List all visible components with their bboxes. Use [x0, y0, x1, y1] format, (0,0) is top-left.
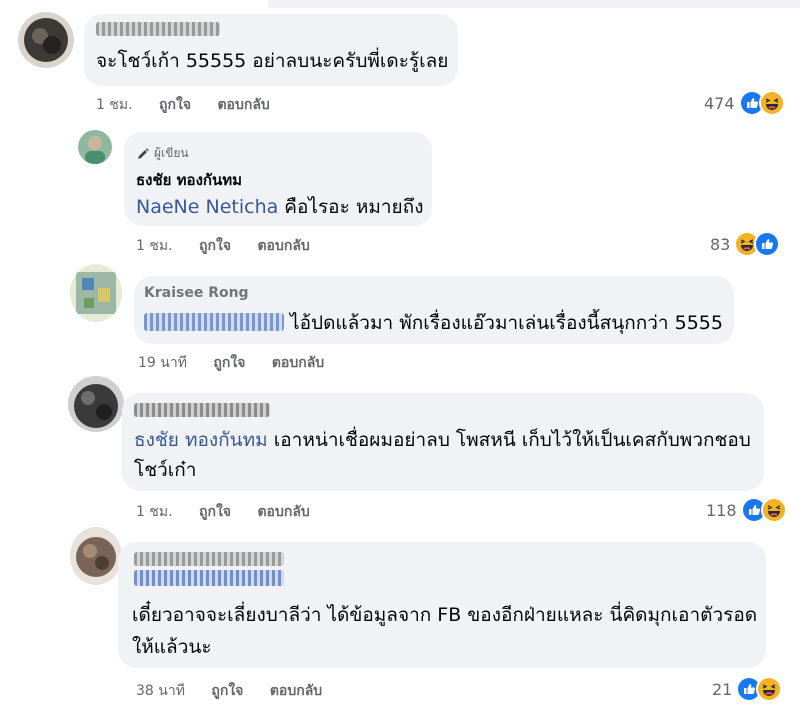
like-button[interactable]: ถูกใจ [159, 97, 191, 113]
comment-time[interactable]: 1 ชม. [136, 504, 173, 520]
blurred-author-name [96, 22, 220, 36]
like-button[interactable]: ถูกใจ [199, 238, 231, 254]
comment-time[interactable]: 38 นาที [136, 683, 185, 699]
blurred-mention [134, 570, 284, 586]
comment-text: NaeNe Neticha คือไรอะ หมายถึง [136, 192, 423, 222]
comment-text: เดี๋ยวอาจจะเลี่ยงบาลีว่า ได้ข้อมูลจาก FB… [132, 604, 758, 626]
avatar[interactable] [78, 130, 112, 164]
comment-time[interactable]: 1 ชม. [136, 238, 173, 254]
comment-text-body: เอาหน่าเชื่อผมอย่าลบ โพสหนี เก็บไว้ให้เป… [273, 429, 751, 451]
comment-meta: 1 ชม. ถูกใจ ตอบกลับ [136, 501, 310, 523]
comment-meta: 19 นาที ถูกใจ ตอบกลับ [138, 352, 324, 374]
like-button[interactable]: ถูกใจ [211, 683, 243, 699]
reaction-summary[interactable]: 21 [712, 676, 783, 702]
reply-button[interactable]: ตอบกลับ [272, 355, 324, 371]
comment-text: ธงชัย ทองกันทม เอาหน่าเชื่อผมอย่าลบ โพสห… [134, 425, 751, 455]
comment-bubble: เดี๋ยวอาจจะเลี่ยงบาลีว่า ได้ข้อมูลจาก FB… [118, 542, 766, 668]
comment-text-body: ไอ้ปดแล้วมา พักเรื่องแอ๊วมาเล่นเรื่องนี้… [290, 312, 723, 334]
blurred-author-name [134, 403, 270, 417]
comment-text: จะโชว์เก้า 55555 อย่าลบนะครับพี่เดะรู้เล… [96, 50, 449, 72]
reaction-count: 83 [710, 234, 731, 254]
like-button[interactable]: ถูกใจ [213, 355, 245, 371]
top-divider [268, 0, 800, 8]
reaction-summary[interactable]: 474 [704, 90, 785, 116]
author-name[interactable]: ธงชัย ทองกันทม [136, 168, 242, 192]
like-button[interactable]: ถูกใจ [199, 504, 231, 520]
avatar[interactable] [70, 264, 122, 322]
reply-button[interactable]: ตอบกลับ [270, 683, 322, 699]
avatar[interactable] [70, 527, 122, 585]
author-badge-label: ผู้เขียน [154, 146, 189, 160]
comment-text-continued: โชว์เก๋า [134, 459, 197, 481]
reaction-summary[interactable]: 118 [706, 497, 787, 523]
comment-bubble: ผู้เขียน ธงชัย ทองกันทม NaeNe Neticha คื… [124, 132, 432, 226]
reply-button[interactable]: ตอบกลับ [257, 504, 309, 520]
author-name[interactable]: Kraisee Rong [144, 285, 249, 301]
reaction-count: 474 [704, 93, 735, 113]
reply-button[interactable]: ตอบกลับ [217, 97, 269, 113]
reaction-count: 21 [712, 679, 733, 699]
comment-bubble: Kraisee Rong ไอ้ปดแล้วมา พักเรื่องแอ๊วมา… [134, 276, 734, 344]
haha-reaction-icon [758, 90, 785, 116]
comment-time[interactable]: 1 ชม. [96, 97, 133, 113]
blurred-mention [144, 313, 284, 331]
comment-text-continued: ให้แล้วนะ [132, 636, 212, 658]
comment-time[interactable]: 19 นาที [138, 355, 187, 371]
haha-reaction-icon [760, 497, 787, 523]
mention-link[interactable]: ธงชัย ทองกันทม [134, 429, 268, 451]
avatar[interactable] [68, 376, 124, 432]
like-reaction-icon [754, 231, 781, 257]
comment-meta: 38 นาที ถูกใจ ตอบกลับ [136, 680, 322, 702]
comment-meta: 1 ชม. ถูกใจ ตอบกลับ [136, 235, 310, 257]
reaction-count: 118 [706, 500, 737, 520]
comment-bubble: จะโชว์เก้า 55555 อย่าลบนะครับพี่เดะรู้เล… [84, 14, 458, 86]
mention-link[interactable]: NaeNe Neticha [136, 196, 278, 218]
comment-meta: 1 ชม. ถูกใจ ตอบกลับ [96, 94, 270, 116]
avatar[interactable] [18, 12, 74, 68]
blurred-author-name [134, 552, 284, 566]
haha-reaction-icon [756, 676, 783, 702]
comment-bubble: ธงชัย ทองกันทม เอาหน่าเชื่อผมอย่าลบ โพสห… [122, 393, 764, 491]
reaction-summary[interactable]: 83 [710, 231, 781, 257]
comment-text: ไอ้ปดแล้วมา พักเรื่องแอ๊วมาเล่นเรื่องนี้… [144, 308, 723, 338]
comment-text-body: คือไรอะ หมายถึง [284, 196, 424, 218]
reply-button[interactable]: ตอบกลับ [257, 238, 309, 254]
pencil-icon [138, 147, 149, 159]
author-badge: ผู้เขียน [136, 144, 189, 163]
